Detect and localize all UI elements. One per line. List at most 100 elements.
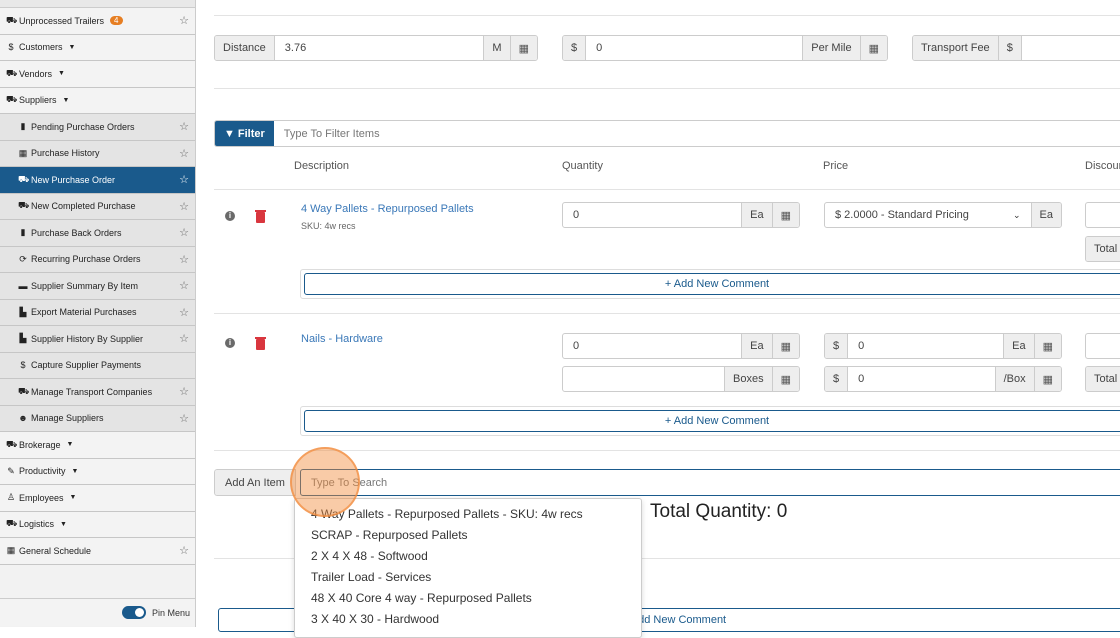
per-mile-input[interactable]: 0	[586, 36, 802, 60]
suggestion-item[interactable]: 2 X 4 X 48 - Softwood	[295, 545, 641, 566]
sidebar-item-new-completed-purchase[interactable]: ⛟ New Completed Purchase ☆	[0, 193, 195, 220]
sidebar-item-customers[interactable]: $ Customers ▼	[0, 34, 195, 61]
column-header-description: Description	[294, 160, 350, 172]
sidebar-item-content: ▮ Pending Purchase Orders	[18, 121, 135, 132]
column-header-price: Price	[823, 160, 849, 172]
item-boxes-input[interactable]	[563, 367, 724, 391]
sidebar-item-label: Supplier History By Supplier	[31, 333, 144, 344]
filter-input[interactable]: Type To Filter Items	[274, 121, 1120, 146]
sidebar-item-content: ☻ Manage Suppliers	[18, 413, 104, 424]
star-icon[interactable]: ☆	[179, 173, 189, 186]
star-icon[interactable]: ☆	[179, 412, 189, 425]
sidebar-item-brokerage[interactable]: ⛟ Brokerage ▼	[0, 432, 195, 459]
star-icon[interactable]: ☆	[179, 279, 189, 292]
add-comment-button[interactable]: + Add New Comment	[304, 410, 1120, 432]
file-export-icon: ▙	[19, 306, 27, 317]
caret-down-icon: ▼	[58, 70, 65, 78]
suggestion-item[interactable]: Trailer Load - Services	[295, 566, 641, 587]
calculator-icon[interactable]: ▦	[771, 367, 799, 391]
distance-group: Distance 3.76 M ▦	[214, 35, 538, 61]
sidebar-item-supplier-summary-by-item[interactable]: ▬ Supplier Summary By Item ☆	[0, 273, 195, 300]
sidebar-item-export-material-purchases[interactable]: ▙ Export Material Purchases ☆	[0, 299, 195, 326]
pin-menu-toggle[interactable]	[121, 606, 146, 619]
sidebar-item-manage-suppliers[interactable]: ☻ Manage Suppliers ☆	[0, 405, 195, 432]
item-qty-input[interactable]: 0	[563, 203, 741, 227]
add-item-label: Add An Item	[214, 469, 296, 496]
suggestion-item[interactable]: 3 X 40 X 30 - Hardwood	[295, 608, 641, 629]
item-qty-input[interactable]: 0	[563, 334, 741, 358]
star-icon[interactable]: ☆	[179, 332, 189, 345]
truck-icon: ⛟	[6, 94, 18, 105]
transport-fee-input[interactable]	[1022, 36, 1120, 60]
sidebar-item-suppliers[interactable]: ⛟ Suppliers ▼	[0, 87, 195, 114]
sidebar-item-content: ▮ Purchase Back Orders	[18, 227, 122, 238]
sidebar-item-manage-transport-companies[interactable]: ⛟ Manage Transport Companies ☆	[0, 379, 195, 406]
discount-input[interactable]	[1085, 202, 1120, 228]
sidebar-item-capture-supplier-payments[interactable]: $ Capture Supplier Payments	[0, 352, 195, 379]
star-icon[interactable]: ☆	[179, 385, 189, 398]
distance-input[interactable]: 3.76	[275, 36, 484, 60]
star-icon[interactable]: ☆	[179, 544, 189, 557]
sidebar-item-label: Recurring Purchase Orders	[31, 254, 141, 265]
sidebar-item-pending-purchase-orders[interactable]: ▮ Pending Purchase Orders ☆	[0, 114, 195, 141]
calculator-icon[interactable]: ▦	[1033, 367, 1061, 391]
star-icon[interactable]: ☆	[179, 253, 189, 266]
sidebar-item-recurring-purchase-orders[interactable]: ⟳ Recurring Purchase Orders ☆	[0, 246, 195, 273]
calculator-icon[interactable]: ▦	[1033, 334, 1061, 358]
sidebar-item-supplier-history-by-supplier[interactable]: ▙ Supplier History By Supplier ☆	[0, 326, 195, 353]
sidebar-item-content: ⛟ Vendors ▼	[6, 68, 65, 80]
calculator-icon[interactable]: ▦	[771, 203, 799, 227]
caret-down-icon: ▼	[68, 43, 76, 51]
trash-icon[interactable]	[255, 210, 266, 223]
star-icon[interactable]: ☆	[179, 306, 189, 319]
sidebar-item-content: ✎ Productivity ▼	[6, 466, 78, 477]
total-label: Total	[1086, 367, 1120, 391]
sidebar-item-label: Logistics	[19, 519, 55, 530]
sidebar-item-logistics[interactable]: ⛟ Logistics ▼	[0, 511, 195, 538]
item-name-link[interactable]: 4 Way Pallets - Repurposed Pallets	[301, 203, 474, 215]
calculator-icon[interactable]: ▦	[509, 36, 537, 60]
divider	[214, 189, 1120, 190]
star-icon[interactable]: ☆	[179, 147, 189, 160]
sidebar-item-label: Manage Suppliers	[31, 413, 104, 424]
caret-down-icon: ▼	[71, 467, 79, 475]
star-icon[interactable]: ☆	[179, 14, 189, 27]
sidebar-item-new-purchase-order[interactable]: ⛟ New Purchase Order ☆	[0, 167, 195, 194]
trash-icon[interactable]	[255, 337, 266, 350]
star-icon[interactable]: ☆	[179, 120, 189, 133]
item-box-price-input[interactable]: 0	[848, 367, 994, 391]
sidebar-item-content: ▬ Supplier Summary By Item	[18, 281, 139, 291]
suggestion-item[interactable]: 48 X 40 Core 4 way - Repurposed Pallets	[295, 587, 641, 608]
item-name-link[interactable]: Nails - Hardware	[301, 333, 383, 345]
caret-down-icon: ▼	[66, 441, 74, 449]
filter-button[interactable]: ▼ Filter	[215, 121, 274, 146]
caret-down-icon: ▼	[62, 96, 70, 104]
sidebar-item-employees[interactable]: ♙ Employees ▼	[0, 485, 195, 512]
sidebar-item-purchase-back-orders[interactable]: ▮ Purchase Back Orders ☆	[0, 220, 195, 247]
sidebar-item-general-schedule[interactable]: ▦ General Schedule ☆	[0, 538, 195, 565]
sidebar-item-unprocessed-trailers[interactable]: ⛟ Unprocessed Trailers 4 ☆	[0, 8, 195, 35]
distance-unit: M	[483, 36, 510, 60]
star-icon[interactable]: ☆	[179, 200, 189, 213]
sidebar-item-content: ⛟ Logistics ▼	[6, 518, 67, 530]
calculator-icon[interactable]: ▦	[771, 334, 799, 358]
add-comment-button[interactable]: + Add New Comment	[304, 273, 1120, 295]
item-price-input[interactable]: 0	[848, 334, 1003, 358]
sidebar-item-label: Export Material Purchases	[31, 307, 137, 318]
item-qty-group: 0 Ea ▦	[562, 202, 800, 228]
info-icon[interactable]: i	[225, 338, 235, 348]
pin-menu[interactable]: Pin Menu	[0, 598, 195, 626]
sidebar-item-vendors[interactable]: ⛟ Vendors ▼	[0, 61, 195, 88]
sidebar-item-productivity[interactable]: ✎ Productivity ▼	[0, 458, 195, 485]
suggestion-item[interactable]: SCRAP - Repurposed Pallets	[295, 524, 641, 545]
box-price-prefix: $	[825, 367, 849, 391]
star-icon[interactable]: ☆	[179, 226, 189, 239]
discount-input[interactable]	[1085, 333, 1120, 359]
sidebar-item-purchase-history[interactable]: ▦ Purchase History ☆	[0, 140, 195, 167]
info-icon[interactable]: i	[225, 211, 235, 221]
calculator-icon[interactable]: ▦	[859, 36, 887, 60]
add-item-search-input[interactable]: Type To Search	[299, 469, 1120, 496]
truck-icon: ⛟	[18, 385, 30, 396]
price-select[interactable]: $ 2.0000 - Standard Pricing ⌄	[825, 203, 1031, 227]
item-sku: SKU: 4w recs	[301, 221, 356, 231]
